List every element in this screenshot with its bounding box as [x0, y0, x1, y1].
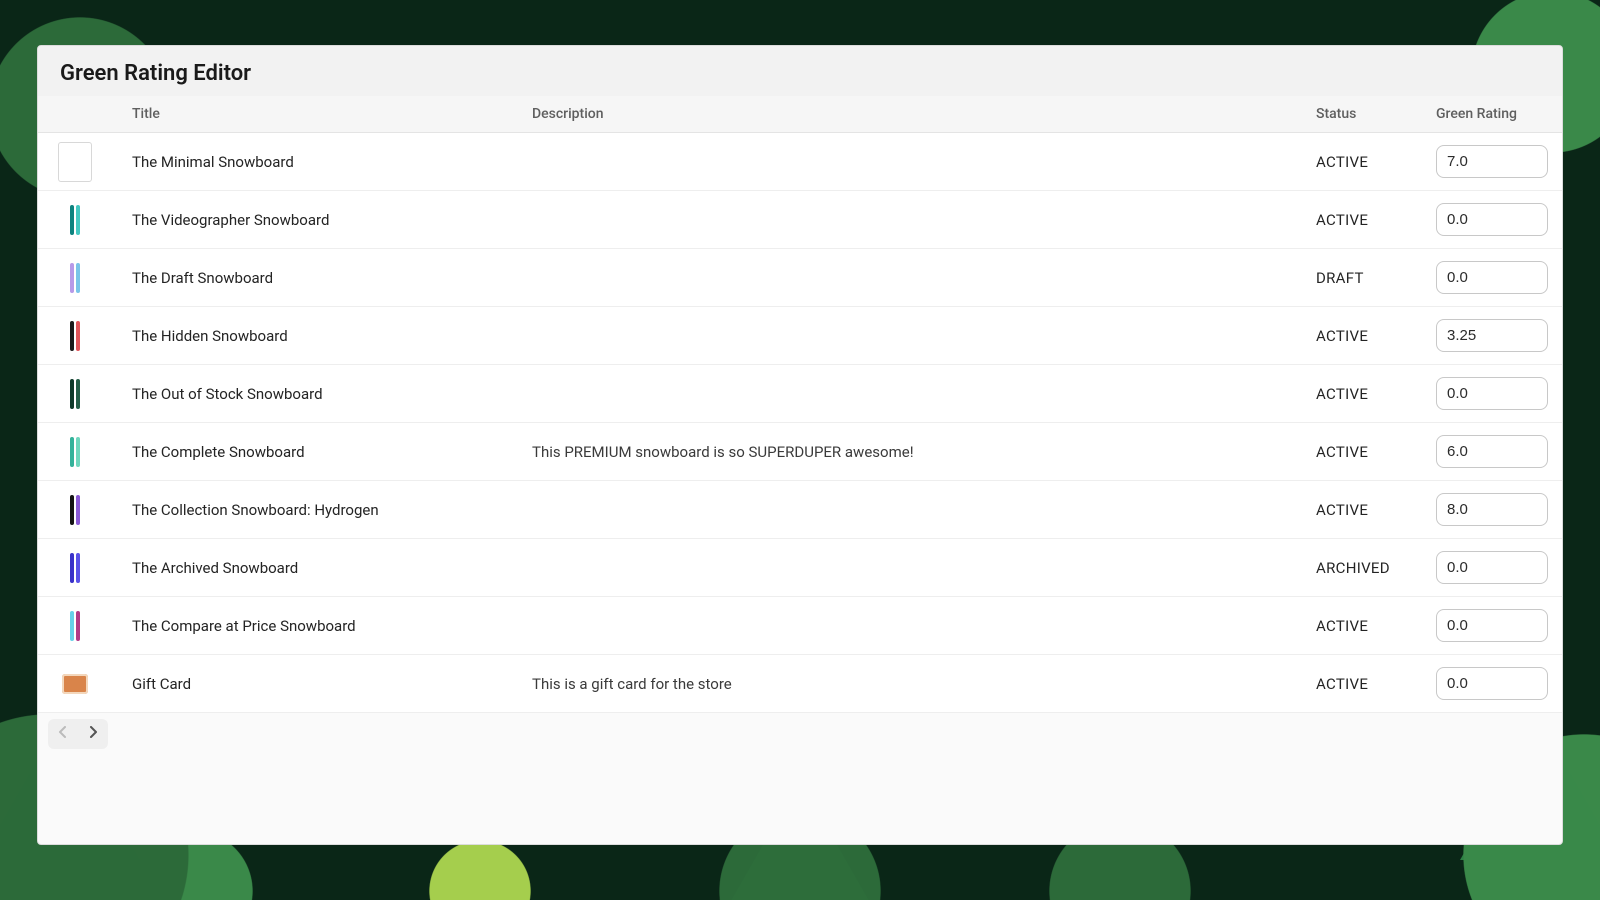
- col-status: Status: [1302, 96, 1422, 133]
- product-thumbnail: [58, 664, 92, 704]
- green-rating-input[interactable]: [1436, 319, 1548, 352]
- product-description: This is a gift card for the store: [532, 675, 732, 693]
- page-title: Green Rating Editor: [60, 61, 1540, 86]
- product-status: ACTIVE: [1316, 443, 1368, 461]
- product-thumbnail: [58, 200, 92, 240]
- product-title: Gift Card: [132, 675, 191, 693]
- green-rating-input[interactable]: [1436, 667, 1548, 700]
- col-title: Title: [118, 96, 518, 133]
- product-thumbnail: [58, 548, 92, 588]
- table-row: The Collection Snowboard: Hydrogen ACTIVE: [38, 481, 1562, 539]
- product-title: The Complete Snowboard: [132, 443, 305, 461]
- green-rating-input[interactable]: [1436, 551, 1548, 584]
- product-title: The Archived Snowboard: [132, 559, 298, 577]
- app-card: Green Rating Editor Title Description St…: [37, 45, 1563, 845]
- col-rating: Green Rating: [1422, 96, 1562, 133]
- product-status: ACTIVE: [1316, 501, 1368, 519]
- product-status: ACTIVE: [1316, 327, 1368, 345]
- table-row: The Videographer Snowboard ACTIVE: [38, 191, 1562, 249]
- green-rating-input[interactable]: [1436, 261, 1548, 294]
- col-description: Description: [518, 96, 1302, 133]
- green-rating-input[interactable]: [1436, 609, 1548, 642]
- product-status: DRAFT: [1316, 269, 1364, 287]
- product-title: The Videographer Snowboard: [132, 211, 329, 229]
- green-rating-input[interactable]: [1436, 377, 1548, 410]
- chevron-left-icon: [57, 725, 69, 743]
- table-row: The Compare at Price Snowboard ACTIVE: [38, 597, 1562, 655]
- prev-page-button[interactable]: [48, 719, 78, 749]
- table-row: The Draft Snowboard DRAFT: [38, 249, 1562, 307]
- product-thumbnail: [58, 490, 92, 530]
- card-header: Green Rating Editor: [38, 46, 1562, 96]
- pagination: [38, 713, 1562, 759]
- product-thumbnail: [58, 432, 92, 472]
- product-title: The Draft Snowboard: [132, 269, 273, 287]
- product-title: The Minimal Snowboard: [132, 153, 294, 171]
- next-page-button[interactable]: [78, 719, 108, 749]
- product-status: ACTIVE: [1316, 617, 1368, 635]
- table-row: The Complete Snowboard This PREMIUM snowb…: [38, 423, 1562, 481]
- product-thumbnail: [58, 142, 92, 182]
- product-title: The Hidden Snowboard: [132, 327, 288, 345]
- product-status: ACTIVE: [1316, 211, 1368, 229]
- table-row: Gift Card This is a gift card for the sto…: [38, 655, 1562, 713]
- chevron-right-icon: [87, 725, 99, 743]
- green-rating-input[interactable]: [1436, 203, 1548, 236]
- green-rating-input[interactable]: [1436, 145, 1548, 178]
- col-thumb: [38, 96, 118, 133]
- table-row: The Hidden Snowboard ACTIVE: [38, 307, 1562, 365]
- product-thumbnail: [58, 258, 92, 298]
- product-title: The Compare at Price Snowboard: [132, 617, 356, 635]
- product-title: The Out of Stock Snowboard: [132, 385, 323, 403]
- table-header-row: Title Description Status Green Rating: [38, 96, 1562, 133]
- table-row: The Archived Snowboard ARCHIVED: [38, 539, 1562, 597]
- product-status: ARCHIVED: [1316, 559, 1390, 577]
- table-row: The Out of Stock Snowboard ACTIVE: [38, 365, 1562, 423]
- green-rating-input[interactable]: [1436, 493, 1548, 526]
- product-title: The Collection Snowboard: Hydrogen: [132, 501, 379, 519]
- products-table: Title Description Status Green Rating Th…: [38, 96, 1562, 713]
- product-thumbnail: [58, 606, 92, 646]
- product-status: ACTIVE: [1316, 385, 1368, 403]
- green-rating-input[interactable]: [1436, 435, 1548, 468]
- product-status: ACTIVE: [1316, 153, 1368, 171]
- product-description: This PREMIUM snowboard is so SUPERDUPER …: [532, 443, 914, 461]
- product-thumbnail: [58, 316, 92, 356]
- table-row: The Minimal Snowboard ACTIVE: [38, 133, 1562, 191]
- product-thumbnail: [58, 374, 92, 414]
- product-status: ACTIVE: [1316, 675, 1368, 693]
